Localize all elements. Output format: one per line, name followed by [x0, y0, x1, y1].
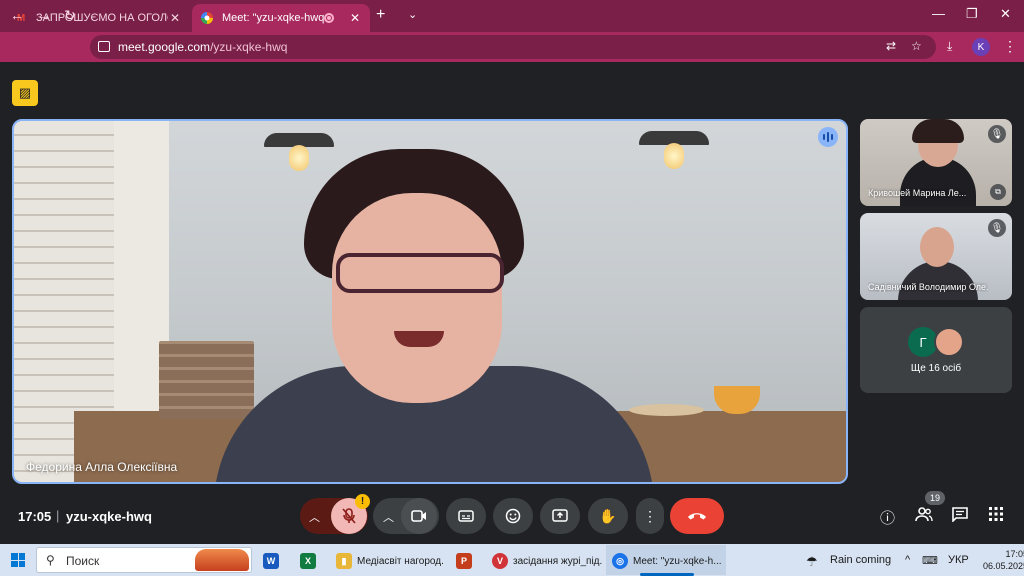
raise-hand-button[interactable]: ✋: [588, 498, 628, 534]
picture-in-picture-icon[interactable]: ⧉: [990, 184, 1006, 200]
main-speaker-tile[interactable]: Федорина Алла Олексіївна: [12, 119, 848, 484]
chevron-down-icon[interactable]: ⌄: [408, 8, 417, 21]
people-icon[interactable]: [915, 507, 933, 526]
search-highlight-image: [195, 549, 249, 571]
more-participants-label: Ще 16 осіб: [910, 363, 962, 374]
video-background: [159, 341, 254, 419]
weather-text[interactable]: Rain coming: [830, 554, 891, 566]
taskbar-app-explorer[interactable]: ▮ Медіасвіт нагород...: [336, 549, 444, 573]
profile-avatar[interactable]: K: [972, 38, 990, 56]
meeting-info-icon[interactable]: ⓘ: [880, 507, 895, 528]
main-speaker-name: Федорина Алла Олексіївна: [26, 460, 178, 474]
tab-title: ЗАПРОШУЄМО НА ОГОЛОШЕ: [36, 12, 168, 24]
forward-icon[interactable]: →: [37, 7, 51, 23]
app-icon: V: [492, 553, 508, 569]
chat-icon[interactable]: [952, 507, 968, 526]
taskbar-app-powerpoint[interactable]: P: [456, 549, 472, 573]
restore-icon[interactable]: ❐: [966, 6, 978, 22]
activities-icon[interactable]: [989, 507, 1003, 525]
keyboard-icon[interactable]: ⌨: [922, 554, 938, 567]
meeting-code: yzu-xqke-hwq: [66, 509, 152, 524]
close-icon[interactable]: ✕: [348, 11, 362, 25]
speaker-video: [332, 193, 502, 403]
taskbar-app-viber[interactable]: V засідання журі_під...: [492, 549, 602, 573]
camera-toggle-button[interactable]: [401, 498, 437, 534]
url-text: meet.google.com/yzu-xqke-hwq: [118, 40, 288, 54]
video-background: [664, 143, 684, 169]
window-close-icon[interactable]: ✕: [1000, 6, 1011, 22]
muted-mic-icon: 🎙: [988, 219, 1006, 237]
windows-start-icon[interactable]: [11, 553, 25, 567]
tab-title: Meet: "yzu-xqke-hwq": [222, 12, 324, 24]
tab-meet[interactable]: Meet: "yzu-xqke-hwq" ✕: [192, 4, 370, 32]
weather-icon[interactable]: ☂: [806, 554, 818, 570]
muted-mic-icon: 🎙: [988, 125, 1006, 143]
participant-video: [920, 227, 954, 267]
chevron-up-icon[interactable]: ^: [905, 554, 910, 566]
meeting-time: 17:05: [18, 509, 52, 524]
meet-icon: [200, 11, 214, 25]
search-placeholder: Поиск: [66, 554, 100, 568]
taskbar-app-excel[interactable]: X: [300, 549, 316, 573]
leave-call-button[interactable]: [670, 498, 724, 534]
audio-options-chevron-icon[interactable]: ︿: [309, 509, 320, 525]
hand-icon: ✋: [599, 507, 617, 524]
no-captions-icon[interactable]: ▨: [12, 80, 38, 106]
recording-icon: [324, 13, 334, 23]
reactions-button[interactable]: [493, 498, 533, 534]
language-indicator[interactable]: УКР: [948, 554, 969, 566]
bookmark-star-icon[interactable]: ☆: [911, 39, 922, 53]
download-icon[interactable]: ⤓: [947, 39, 952, 54]
participant-tile[interactable]: 🎙 Садівничий Володимир Оле...: [860, 213, 1012, 300]
more-participants-tile[interactable]: Г Ще 16 осіб: [860, 307, 1012, 393]
system-clock[interactable]: 17:05 06.05.2025: [983, 548, 1024, 572]
participant-name: Кривошей Марина Ле...: [868, 188, 967, 198]
taskbar-app-word[interactable]: W: [263, 549, 279, 573]
participant-name: Садівничий Володимир Оле...: [868, 282, 988, 292]
taskbar-app-chrome[interactable]: ◎ Meet: "yzu-xqke-h...: [612, 549, 722, 573]
search-icon: ⚲: [46, 553, 55, 567]
browser-menu-icon[interactable]: ⋮: [1003, 38, 1017, 55]
present-screen-button[interactable]: [540, 498, 580, 534]
close-icon[interactable]: ✕: [168, 11, 182, 25]
translate-icon[interactable]: ⇄: [886, 39, 896, 53]
speaker-video: [336, 253, 504, 293]
speaking-indicator-icon: [818, 127, 838, 147]
site-info-icon[interactable]: [98, 41, 110, 52]
excel-icon: X: [300, 553, 316, 569]
participant-avatar: [934, 327, 964, 357]
video-options-chevron-icon[interactable]: ︿: [383, 509, 394, 525]
minimize-icon[interactable]: —: [932, 6, 945, 21]
video-background: [289, 145, 309, 171]
more-options-button[interactable]: ⋮: [636, 498, 664, 534]
new-tab-icon[interactable]: +: [376, 6, 385, 24]
folder-icon: ▮: [336, 553, 352, 569]
participant-video: [912, 119, 964, 143]
participant-count-badge: 19: [925, 491, 945, 505]
reload-icon[interactable]: ↻: [64, 7, 76, 24]
captions-button[interactable]: [446, 498, 486, 534]
powerpoint-icon: P: [456, 553, 472, 569]
participant-tile[interactable]: 🎙 Кривошей Марина Ле... ⧉: [860, 119, 1012, 206]
back-icon[interactable]: ←: [10, 7, 24, 23]
word-icon: W: [263, 553, 279, 569]
tab-gmail[interactable]: M ЗАПРОШУЄМО НА ОГОЛОШЕ ✕: [6, 4, 190, 32]
chrome-icon: ◎: [612, 553, 628, 569]
warning-badge: !: [355, 494, 370, 509]
divider: |: [56, 508, 60, 523]
video-background: [629, 404, 704, 416]
